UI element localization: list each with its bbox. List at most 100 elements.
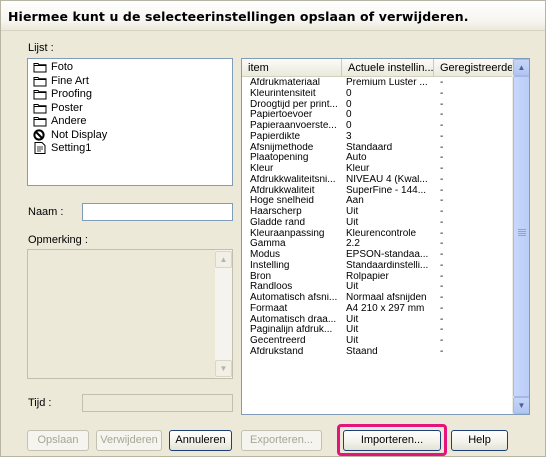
delete-button-label: Verwijderen <box>100 434 158 446</box>
table-row[interactable]: Afdrukkwaliteit SuperFine - 144... - <box>242 186 513 197</box>
save-button[interactable]: Opslaan <box>27 430 89 451</box>
cell-registered: - <box>440 78 444 88</box>
settings-list[interactable]: Foto Fine Art Proofing Poster Andere Not… <box>27 58 233 186</box>
cell-current: 0 <box>346 121 352 131</box>
table-row[interactable]: Plaatopening Auto - <box>242 153 513 164</box>
cell-registered: - <box>440 303 444 314</box>
cell-registered: - <box>440 164 444 174</box>
remark-textarea: ▲ ▼ <box>27 249 233 379</box>
name-label: Naam : <box>28 206 64 218</box>
scroll-down-icon[interactable]: ▼ <box>513 397 529 414</box>
table-row[interactable]: Haarscherp Uit - <box>242 207 513 218</box>
cell-item: Plaatopening <box>250 153 309 164</box>
table-scrollbar[interactable]: ▲ ▼ <box>512 59 529 414</box>
cell-registered: - <box>440 121 444 131</box>
table-row[interactable]: Papieraanvoerste... 0 - <box>242 121 513 132</box>
list-label: Lijst : <box>28 42 54 54</box>
scroll-down-icon: ▼ <box>215 360 232 377</box>
remark-scrollbar: ▲ ▼ <box>215 250 232 378</box>
settings-dialog: Hiermee kunt u de selecteerinstellingen … <box>0 0 546 457</box>
table-row[interactable]: Droogtijd per print... 0 - <box>242 100 513 111</box>
time-label: Tijd : <box>28 397 52 409</box>
table-row[interactable]: Instelling Standaardinstelli... - <box>242 261 513 272</box>
cell-registered: - <box>440 185 444 196</box>
cell-current: Uit <box>346 325 359 336</box>
cell-registered: - <box>440 153 444 164</box>
cancel-button[interactable]: Annuleren <box>169 430 232 451</box>
table-row[interactable]: Bron Rolpapier - <box>242 272 513 283</box>
cell-registered: - <box>440 271 444 282</box>
cell-registered: - <box>440 325 444 336</box>
table-row[interactable]: Randloos Uit - <box>242 282 513 293</box>
cell-item: Afdrukkwaliteit <box>250 185 315 196</box>
folder-icon <box>33 88 47 100</box>
cell-current: Uit <box>346 217 359 228</box>
table-row[interactable]: Afdrukkwaliteitsni... NIVEAU 4 (Kwal... - <box>242 175 513 186</box>
cell-current: 0 <box>346 88 352 99</box>
table-row[interactable]: Kleurintensiteit 0 - <box>242 89 513 100</box>
cell-item: Papiertoevoer <box>250 110 313 121</box>
cell-item: Bron <box>250 271 272 282</box>
table-row[interactable]: Automatisch afsni... Normaal afsnijden - <box>242 293 513 304</box>
table-row[interactable]: Afdrukstand Staand - <box>242 347 513 358</box>
import-highlight-frame <box>337 424 447 456</box>
export-button[interactable]: Exporteren... <box>241 430 322 451</box>
settings-table[interactable]: item Actuele instellin... Geregistreerde… <box>241 58 530 415</box>
cell-registered: - <box>440 228 444 239</box>
delete-button[interactable]: Verwijderen <box>96 430 162 451</box>
cell-current: Uit <box>346 207 359 217</box>
cell-current: 3 <box>346 131 352 142</box>
table-row[interactable]: Gladde rand Uit - <box>242 218 513 229</box>
help-button-label: Help <box>468 434 491 446</box>
table-row[interactable]: Formaat A4 210 x 297 mm - <box>242 304 513 315</box>
cell-item: Paginalijn afdruk... <box>250 325 333 336</box>
column-header-item[interactable]: item <box>242 59 342 77</box>
list-item-label: Setting1 <box>51 142 92 154</box>
table-row[interactable]: Hoge snelheid Aan - <box>242 196 513 207</box>
table-row[interactable]: Papierdikte 3 - <box>242 132 513 143</box>
table-row[interactable]: Kleuraanpassing Kleurencontrole - <box>242 229 513 240</box>
folder-icon <box>33 115 47 127</box>
table-row[interactable]: Afdrukmateriaal Premium Luster ... - <box>242 78 513 89</box>
cell-registered: - <box>440 142 444 153</box>
prohibited-icon <box>33 128 47 141</box>
list-item-label: Poster <box>51 101 83 114</box>
cell-registered: - <box>440 217 444 228</box>
cell-registered: - <box>440 260 444 271</box>
cell-item: Gecentreerd <box>250 336 306 346</box>
table-row[interactable]: Automatisch draa... Uit - <box>242 315 513 326</box>
table-row[interactable]: Gamma 2.2 - <box>242 239 513 250</box>
cell-item: Randloos <box>250 282 293 293</box>
column-header-current[interactable]: Actuele instellin... <box>342 59 434 77</box>
cell-registered: - <box>440 346 444 357</box>
table-row[interactable]: Modus EPSON-standaa... - <box>242 250 513 261</box>
cell-registered: - <box>440 250 444 260</box>
cell-registered: - <box>440 314 444 325</box>
cell-current: Staand <box>346 346 378 357</box>
folder-icon <box>33 61 47 73</box>
cell-registered: - <box>440 196 444 207</box>
cell-current: Uit <box>346 314 359 325</box>
cell-item: Papieraanvoerste... <box>250 121 337 131</box>
table-row[interactable]: Afsnijmethode Standaard - <box>242 143 513 154</box>
cell-item: Papierdikte <box>250 131 301 142</box>
help-button[interactable]: Help <box>451 430 508 451</box>
list-item-label: Foto <box>51 61 74 73</box>
cell-item: Kleur <box>250 164 274 174</box>
name-input[interactable] <box>82 203 233 221</box>
folder-icon <box>33 75 47 87</box>
table-row[interactable]: Gecentreerd Uit - <box>242 336 513 347</box>
cell-current: 0 <box>346 110 352 121</box>
list-item-label: Proofing <box>51 88 92 100</box>
table-row[interactable]: Papiertoevoer 0 - <box>242 110 513 121</box>
cell-registered: - <box>440 110 444 121</box>
cell-current: Uit <box>346 282 359 293</box>
cell-current: SuperFine - 144... <box>346 185 427 196</box>
cell-item: Hoge snelheid <box>250 196 314 207</box>
list-item-label: Not Display <box>51 128 108 141</box>
column-header-registered[interactable]: Geregistreerde ... <box>434 59 513 77</box>
scroll-thumb[interactable] <box>513 76 529 397</box>
table-row[interactable]: Kleur Kleur - <box>242 164 513 175</box>
scroll-up-icon[interactable]: ▲ <box>513 59 529 76</box>
table-row[interactable]: Paginalijn afdruk... Uit - <box>242 325 513 336</box>
